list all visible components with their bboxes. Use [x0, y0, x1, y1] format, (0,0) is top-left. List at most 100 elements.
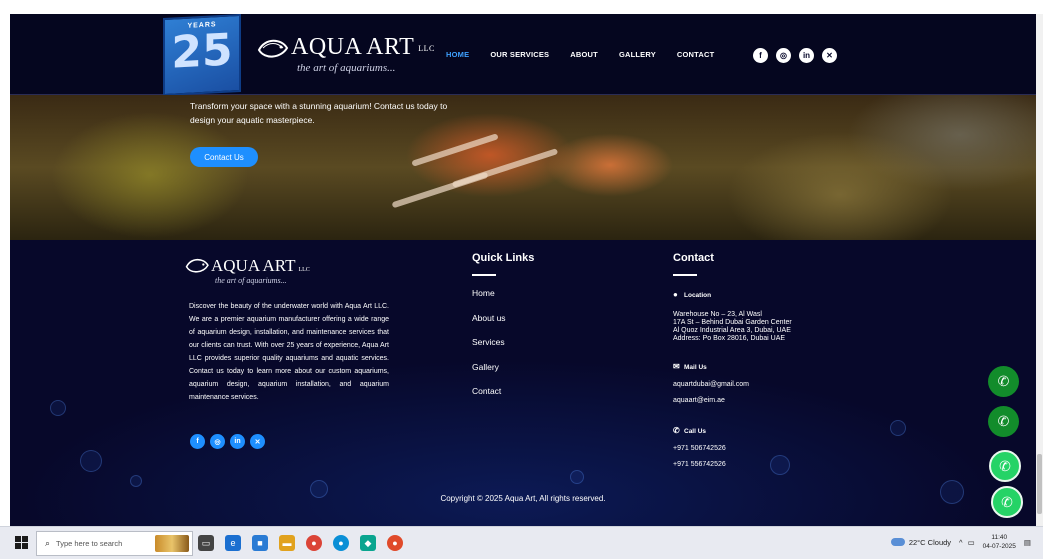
whatsapp-icon: ✆ [1001, 493, 1013, 510]
location-block: ● Location Warehouse No – 23, Al Wasl 17A… [673, 290, 792, 343]
taskbar-search-box[interactable]: ⌕ Type here to search [36, 531, 193, 556]
address-line: 17A St – Behind Dubai Garden Center [673, 319, 792, 326]
contact-title: Contact [673, 252, 714, 264]
footer-brand-tagline: the art of aquariums... [215, 276, 287, 285]
contact-us-button[interactable]: Contact Us [190, 147, 258, 167]
main-nav: HOME OUR SERVICES ABOUT GALLERY CONTACT [446, 50, 735, 59]
bubble-decoration [770, 455, 790, 475]
anniversary-badge: YEARS 25 [163, 14, 241, 97]
task-view-icon[interactable]: ▭ [198, 535, 214, 551]
mail-icon: ✉ [673, 362, 680, 371]
header-social-links: f ◎ in ✕ [753, 48, 845, 63]
fish-fin-decoration [391, 171, 489, 209]
email-link[interactable]: aquaart@eim.ae [673, 397, 749, 405]
instagram-icon[interactable]: ◎ [210, 434, 225, 449]
x-icon[interactable]: ✕ [822, 48, 837, 63]
phone-icon: ✆ [997, 373, 1010, 389]
notification-icon[interactable]: ▤ [1024, 538, 1031, 547]
call-float-button[interactable]: ✆ [988, 406, 1019, 437]
whatsapp-float-button[interactable]: ✆ [989, 450, 1021, 482]
call-float-button[interactable]: ✆ [988, 366, 1019, 397]
whatsapp-icon: ✆ [999, 457, 1011, 474]
fish-fin-decoration [411, 133, 499, 167]
site-footer: AQUA ART LLC the art of aquariums... Disc… [10, 240, 1036, 526]
search-icon: ⌕ [45, 538, 51, 548]
x-icon[interactable]: ✕ [250, 434, 265, 449]
address-line: Warehouse No – 23, Al Wasl [673, 311, 762, 318]
chrome-icon[interactable]: ● [306, 535, 322, 551]
site-header: YEARS 25 AQUA ART LLC the art of aquarium… [10, 14, 1036, 97]
brand-name: AQUA ART LLC [291, 34, 435, 60]
bubble-decoration [130, 475, 142, 487]
phone-icon: ✆ [673, 426, 680, 435]
browser-icon[interactable]: ● [333, 535, 349, 551]
location-label: Location [684, 292, 712, 299]
address-line: Address: Po Box 28016, Dubai UAE [673, 335, 786, 342]
badge-number: 25 [171, 24, 233, 79]
mail-label: Mail Us [684, 364, 707, 371]
bubble-decoration [80, 450, 102, 472]
footer-link-about-us[interactable]: About us [472, 313, 506, 338]
store-icon[interactable]: ■ [252, 535, 268, 551]
taskbar-apps: ▭ e ■ ▬ ● ● ◆ ● [198, 535, 414, 551]
fish-logo-icon [257, 39, 289, 58]
file-explorer-icon[interactable]: ▬ [279, 535, 295, 551]
windows-start-icon[interactable] [15, 536, 28, 549]
copyright-text: Copyright © 2025 Aqua Art, All rights re… [440, 494, 606, 503]
about-text: Discover the beauty of the underwater wo… [189, 303, 389, 401]
bubble-decoration [570, 470, 584, 484]
footer-link-contact[interactable]: Contact [472, 386, 506, 411]
clock-time: 11:40 [991, 534, 1008, 541]
search-highlight-image [155, 535, 189, 552]
network-icon[interactable]: ▭ [968, 538, 975, 547]
phone-link[interactable]: +971 506742526 [673, 445, 726, 453]
call-block: ✆ Call Us +971 506742526 +971 556742526 [673, 426, 726, 469]
search-placeholder: Type here to search [56, 539, 123, 548]
facebook-icon[interactable]: f [753, 48, 768, 63]
linkedin-icon[interactable]: in [799, 48, 814, 63]
instagram-icon[interactable]: ◎ [776, 48, 791, 63]
address-line: Al Quoz Industrial Area 3, Dubai, UAE [673, 327, 791, 334]
windows-taskbar: ⌕ Type here to search ▭ e ■ ▬ ● ● ◆ ● 22… [0, 526, 1043, 559]
title-underline [472, 274, 496, 276]
nav-gallery[interactable]: GALLERY [619, 50, 656, 59]
bubble-decoration [890, 420, 906, 436]
system-tray: 22°C Cloudy ^ ▭ 11:40 04-07-2025 ▤ [890, 533, 1031, 551]
footer-social-links: f ◎ in ✕ [190, 434, 270, 449]
clock-date: 04-07-2025 [982, 543, 1016, 550]
nav-about[interactable]: ABOUT [570, 50, 598, 59]
email-link[interactable]: aquartdubai@gmail.com [673, 381, 749, 389]
facebook-icon[interactable]: f [190, 434, 205, 449]
scrollbar-thumb[interactable] [1037, 454, 1042, 514]
cloud-weather-icon [890, 538, 905, 546]
quick-links-title: Quick Links [472, 252, 535, 264]
call-label: Call Us [684, 428, 707, 435]
quick-links-list: Home About us Services Gallery Contact [472, 288, 506, 411]
nav-home[interactable]: HOME [446, 50, 469, 59]
hero-banner: Transform your space with a stunning aqu… [10, 95, 1036, 240]
phone-link[interactable]: +971 556742526 [673, 461, 726, 469]
bubble-decoration [50, 400, 66, 416]
footer-link-gallery[interactable]: Gallery [472, 362, 506, 387]
title-underline [673, 274, 697, 276]
footer-link-services[interactable]: Services [472, 337, 506, 362]
fish-logo-icon [185, 258, 209, 273]
vertical-scrollbar[interactable] [1036, 14, 1043, 526]
linkedin-icon[interactable]: in [230, 434, 245, 449]
app-icon[interactable]: ◆ [360, 535, 376, 551]
mail-block: ✉ Mail Us aquartdubai@gmail.com aquaart@e… [673, 362, 749, 405]
phone-icon: ✆ [997, 413, 1010, 429]
footer-link-home[interactable]: Home [472, 288, 506, 313]
edge-icon[interactable]: e [225, 535, 241, 551]
whatsapp-float-button[interactable]: ✆ [991, 486, 1023, 518]
tray-chevron-icon[interactable]: ^ [959, 538, 963, 547]
chrome-active-icon[interactable]: ● [387, 535, 403, 551]
weather-text[interactable]: 22°C Cloudy [909, 538, 951, 547]
nav-our-services[interactable]: OUR SERVICES [490, 50, 549, 59]
taskbar-clock[interactable]: 11:40 04-07-2025 [983, 533, 1016, 551]
nav-contact[interactable]: CONTACT [677, 50, 715, 59]
webpage: YEARS 25 AQUA ART LLC the art of aquarium… [10, 14, 1036, 526]
footer-brand-name: AQUA ART LLC [211, 256, 310, 275]
location-pin-icon: ● [673, 290, 678, 299]
hero-text: Transform your space with a stunning aqu… [190, 101, 448, 125]
